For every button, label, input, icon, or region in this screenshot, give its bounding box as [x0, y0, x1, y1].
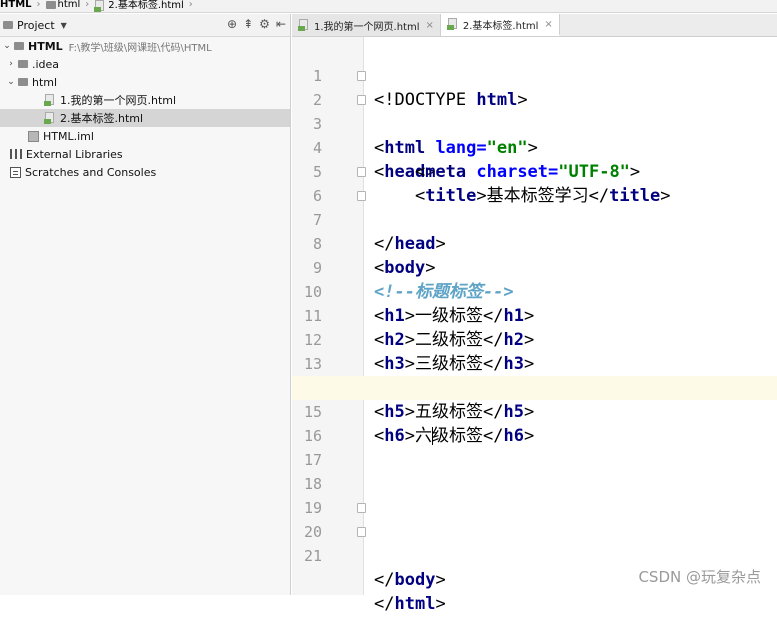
tree-item-label: HTML.iml	[43, 129, 94, 143]
project-tree: ⌄ HTML F:\教学\班级\网课班\代码\HTML › .idea ⌄ ht…	[0, 37, 290, 181]
chevron-right-icon: ›	[188, 0, 193, 10]
code-line[interactable]: 4 <meta charset="UTF-8">	[292, 112, 777, 182]
tree-item-label: External Libraries	[26, 147, 123, 161]
code-line[interactable]: 16	[292, 400, 777, 445]
locate-icon[interactable]: ⊕	[227, 17, 237, 31]
line-number: 21	[303, 547, 322, 565]
tree-item-label: 2.基本标签.html	[60, 112, 144, 125]
gear-icon[interactable]: ⚙	[259, 17, 270, 31]
chevron-right-icon[interactable]: ›	[6, 59, 16, 69]
project-view-selector[interactable]: Project	[17, 19, 55, 32]
code-line[interactable]: 20 </body>	[292, 496, 777, 590]
breadcrumb-item-file[interactable]: 2.基本标签.html	[91, 0, 184, 12]
breadcrumb-label: 2.基本标签.html	[108, 0, 184, 11]
project-panel: Project ▼ ⊕ ⇞ ⚙ ⇤ ⌄ HTML F:\教学\班级\网课班\代码…	[0, 14, 291, 595]
breadcrumb-label: HTML	[0, 0, 32, 10]
tree-item-label: Scratches and Consoles	[25, 165, 157, 179]
tree-item-file-1[interactable]: 1.我的第一个网页.html	[0, 91, 290, 109]
tab-label: 2.基本标签.html	[462, 20, 539, 32]
folder-icon	[18, 60, 28, 68]
tab-file-1[interactable]: 1.我的第一个网页.html ×	[292, 14, 441, 36]
code-line[interactable]: 12 <h3>三级标签</h3>	[292, 304, 777, 374]
breadcrumb-item-project[interactable]: HTML	[0, 0, 32, 10]
tree-item-iml[interactable]: HTML.iml	[0, 127, 290, 145]
code-line[interactable]: 8	[292, 208, 777, 253]
code-line[interactable]: 1 <!DOCTYPE html>	[292, 40, 777, 110]
code-editor[interactable]: 1 <!DOCTYPE html> 2 <html lang="en"> 3 <…	[292, 37, 777, 614]
code-line[interactable]: 3 <head>	[292, 88, 777, 182]
tree-item-label: html	[32, 75, 58, 89]
caret-down-icon[interactable]: ▼	[61, 21, 67, 30]
code-text: </html>	[374, 594, 446, 614]
project-panel-header: Project ▼ ⊕ ⇞ ⚙ ⇤	[0, 14, 290, 37]
breadcrumb: HTML › html › 2.基本标签.html ›	[0, 0, 777, 13]
code-line[interactable]: 7 <body>	[292, 184, 777, 278]
tab-label: 1.我的第一个网页.html	[314, 21, 420, 33]
code-text: </body>	[374, 570, 446, 590]
tree-item-html-folder[interactable]: ⌄ html	[0, 73, 290, 91]
folder-icon	[45, 1, 56, 9]
code-line-current[interactable]: 15 <h6>六级标签</h6>	[292, 376, 777, 446]
fold-marker-icon[interactable]	[357, 191, 366, 201]
code-line[interactable]: 18	[292, 448, 777, 493]
html-file-icon	[44, 94, 56, 106]
fold-marker-icon[interactable]	[357, 167, 366, 177]
project-view-icon	[3, 21, 13, 29]
breadcrumb-label: html	[57, 0, 81, 10]
chevron-down-icon[interactable]: ⌄	[2, 41, 12, 51]
module-folder-icon	[14, 42, 24, 50]
fold-marker-icon[interactable]	[357, 527, 366, 537]
tree-item-label: .idea	[32, 57, 60, 71]
tree-item-file-2[interactable]: 2.基本标签.html	[0, 109, 290, 127]
code-line[interactable]: 11 <h2>二级标签</h2>	[292, 280, 777, 350]
code-line[interactable]: 5 <title>基本标签学习</title>	[292, 136, 777, 206]
html-file-icon	[298, 19, 310, 31]
close-icon[interactable]: ×	[426, 20, 434, 31]
tree-item-idea[interactable]: › .idea	[0, 55, 290, 73]
libraries-icon	[10, 149, 22, 159]
chevron-right-icon: ›	[36, 0, 41, 10]
scratches-icon	[10, 166, 21, 178]
tree-item-label: HTML	[28, 39, 63, 53]
collapse-all-icon[interactable]: ⇞	[243, 17, 253, 31]
tree-item-label: 1.我的第一个网页.html	[60, 94, 177, 107]
tree-item-project-root[interactable]: ⌄ HTML F:\教学\班级\网课班\代码\HTML	[0, 37, 290, 55]
tree-item-external-libraries[interactable]: External Libraries	[0, 145, 290, 163]
code-line[interactable]: 21 </html>	[292, 520, 777, 614]
code-line[interactable]: 2 <html lang="en">	[292, 64, 777, 158]
fold-marker-icon[interactable]	[357, 71, 366, 81]
code-line[interactable]: 19	[292, 472, 777, 517]
code-line[interactable]: 17	[292, 424, 777, 469]
tab-file-2[interactable]: 2.基本标签.html ×	[440, 14, 560, 36]
hide-panel-icon[interactable]: ⇤	[276, 17, 286, 31]
chevron-down-icon[interactable]: ⌄	[6, 77, 16, 87]
fold-marker-icon[interactable]	[357, 503, 366, 513]
close-icon[interactable]: ×	[544, 19, 552, 30]
watermark: CSDN @玩复杂点	[638, 568, 761, 586]
iml-file-icon	[28, 130, 39, 142]
code-line[interactable]: 9 <!--标题标签-->	[292, 232, 777, 302]
fold-marker-icon[interactable]	[357, 95, 366, 105]
chevron-right-icon: ›	[85, 0, 90, 10]
code-line[interactable]: 10 <h1>一级标签</h1>	[292, 256, 777, 326]
html-file-icon	[94, 0, 106, 12]
code-line[interactable]: 6 </head>	[292, 160, 777, 254]
folder-icon	[18, 78, 28, 86]
breadcrumb-item-html-folder[interactable]: html	[43, 0, 81, 10]
tree-item-scratches[interactable]: Scratches and Consoles	[0, 163, 290, 181]
code-line[interactable]: 14 <h5>五级标签</h5>	[292, 352, 777, 422]
panel-toolbar: ⊕ ⇞ ⚙ ⇤	[227, 17, 286, 31]
html-file-icon	[44, 112, 56, 124]
code-line[interactable]: 13 <h4>四级标签</h4>	[292, 328, 777, 398]
project-path: F:\教学\班级\网课班\代码\HTML	[68, 42, 212, 54]
html-file-icon	[446, 18, 459, 30]
editor-tabs: 1.我的第一个网页.html × 2.基本标签.html ×	[292, 14, 777, 37]
